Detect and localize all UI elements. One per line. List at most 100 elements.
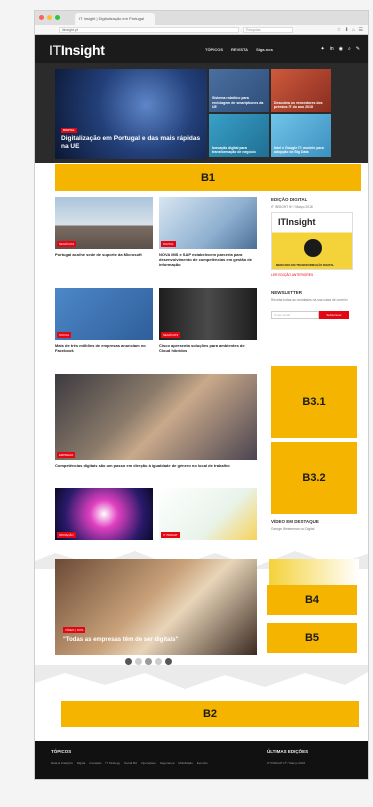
browser-window: IT Insight | Digitalização em Portugal i… [34,10,369,780]
slider-prev-icon[interactable] [125,658,132,665]
article-image: SOCIAL [55,288,153,340]
maximize-window-icon[interactable] [55,15,60,20]
nav-topicos[interactable]: TÓPICOS [205,47,223,52]
hero-side-2[interactable]: Descubra os vencedores dos prémios IT do… [271,69,331,112]
address-bar: itinsight.pt Pesquisa ☆ ⬇ ⌂ ☰ [35,25,368,35]
close-window-icon[interactable] [39,15,44,20]
article-card[interactable]: SOCIAL Mais de três milhões de empresas … [55,288,153,353]
hero-side-1-title: Sistema robótico para reciclagem de smar… [212,96,264,109]
featured-slider[interactable]: VÍDEO | NOS "Todas as empresas têm de se… [55,559,257,655]
article-title[interactable]: Mais de três milhões de empresas anuncia… [55,343,153,353]
slider-dot[interactable] [155,658,162,665]
slider-dot[interactable] [135,658,142,665]
article-title[interactable]: Cisco apresenta soluções para ambientes … [159,343,257,353]
ad-slot-b2[interactable]: B2 [61,701,359,727]
hero-main-article[interactable]: DIGITAL Digitalização em Portugal e das … [55,69,207,159]
toolbar-icons[interactable]: ☆ ⬇ ⌂ ☰ [337,27,364,33]
footer-link[interactable]: Operações [141,761,156,765]
footer-link[interactable]: Mobilidade [178,761,193,765]
slider-quote[interactable]: "Todas as empresas têm de ser digitais" [63,637,178,643]
site-header: ITInsight TÓPICOS REVISTA Siga-nos ✦ in … [35,35,368,63]
edition-subtitle: IT INSIGHT Nº / Março 2018 [271,205,313,209]
article-tag: NEGÓCIOS [57,241,77,247]
site-logo[interactable]: ITInsight [49,42,105,58]
article-card-wide[interactable]: EMPREGO Competências digitais são um pas… [55,374,257,468]
ad-slot-b1[interactable]: B1 [55,164,361,191]
footer-topic-links: Data & Analytics Digital Inovação IT Str… [51,761,208,765]
article-tag: SOCIAL [57,332,72,338]
hero-side-3[interactable]: Inovação digital para transformação de n… [209,114,269,157]
footer-editions-title: ÚLTIMAS EDIÇÕES [267,749,309,754]
article-card[interactable]: DIGITAL NOVA IMS e SAP estabelecem parce… [159,197,257,267]
footer-link[interactable]: Segurança [160,761,175,765]
article-tag: INOVAÇÃO [57,532,76,538]
torn-edge-bottom [35,665,368,689]
logo-it: IT [49,42,61,58]
ad-slot-b5[interactable]: B5 [267,623,357,653]
window-controls [39,15,60,20]
footer-link[interactable]: Inovação [89,761,101,765]
article-tag: IT INSIGHT [161,532,180,538]
minimize-window-icon[interactable] [47,15,52,20]
tab-bar: IT Insight | Digitalização em Portugal [35,11,368,25]
video-subtitle[interactable]: George Westerman no Digital [271,527,361,531]
footer-link[interactable]: IT Strategy [105,761,120,765]
video-title: VÍDEO EM DESTAQUE [271,519,319,524]
footer-link[interactable]: Eventos [197,761,208,765]
footer-edition-item[interactable]: IT INSIGHT Nº / Março 2018 [267,761,305,765]
article-card[interactable]: NEGÓCIOS Cisco apresenta soluções para a… [159,288,257,353]
slider-dot[interactable] [145,658,152,665]
article-image: DIGITAL [159,197,257,249]
footer-topics-title: TÓPICOS [51,749,72,754]
browser-tab[interactable]: IT Insight | Digitalização em Portugal [75,13,155,25]
video-thumbnail[interactable] [269,559,359,585]
hero-badge: DIGITAL [61,127,77,134]
nav-siga-nos: Siga-nos [256,47,273,52]
article-title[interactable]: Competências digitais são um passo em di… [55,463,257,468]
browser-search-field[interactable]: Pesquisa [243,27,293,33]
article-tag: EMPREGO [57,452,76,458]
previous-editions-link[interactable]: LER EDIÇÃO ANTERIORES [271,273,361,277]
rss-icon[interactable]: ◉ [339,46,343,52]
magazine-cover[interactable]: ITInsight MERCADO EM TRANSFORMAÇÃO DIGIT… [271,212,353,271]
hero-side-2-title: Descubra os vencedores dos prémios IT do… [274,100,323,109]
hero-side-1[interactable]: Sistema robótico para reciclagem de smar… [209,69,269,112]
footer-link[interactable]: Social Biz [124,761,137,765]
edition-title: EDIÇÃO DIGITAL [271,197,308,202]
slider-next-icon[interactable] [165,658,172,665]
logo-insight: Insight [60,42,105,58]
newsletter-text: Receba todas as novidades na sua caixa d… [271,297,348,302]
video-widget: VÍDEO EM DESTAQUE George Westerman no Di… [271,519,361,531]
cover-logo: ITInsight [278,217,316,228]
ad-slot-b4[interactable]: B4 [267,585,357,615]
article-image: IT INSIGHT [159,488,257,540]
article-title[interactable]: Portugal acolhe sede de suporte da Micro… [55,252,153,257]
article-tag: NEGÓCIOS [161,332,181,338]
hero-title[interactable]: Digitalização em Portugal e das mais ráp… [61,135,200,150]
footer-link[interactable]: Digital [77,761,85,765]
email-input[interactable]: O seu email [271,310,319,319]
search-icon[interactable]: ⌕ [348,46,351,52]
cover-search-icon [304,239,322,258]
article-title[interactable]: NOVA IMS e SAP estabelecem parceria para… [159,252,257,267]
newsletter-form: O seu email Subscrever [271,306,361,324]
article-image: NEGÓCIOS [159,288,257,340]
linkedin-icon[interactable]: in [330,46,334,52]
ad-slot-b3-2[interactable]: B3.2 [271,442,357,514]
article-image: INOVAÇÃO [55,488,153,540]
hero-section: DIGITAL Digitalização em Portugal e das … [35,63,368,163]
hero-side-4[interactable]: Intel e Google IT: modelo para adopção d… [271,114,331,157]
article-tag: DIGITAL [161,241,176,247]
ad-slot-b3-1[interactable]: B3.1 [271,366,357,438]
twitter-icon[interactable]: ✦ [321,46,325,52]
article-card[interactable]: INOVAÇÃO [55,488,153,540]
article-card[interactable]: NEGÓCIOS Portugal acolhe sede de suporte… [55,197,153,257]
nav-revista[interactable]: REVISTA [231,47,248,52]
subscribe-button[interactable]: Subscrever [319,310,349,319]
article-image: NEGÓCIOS [55,197,153,249]
footer-link[interactable]: Data & Analytics [51,761,73,765]
article-card[interactable]: IT INSIGHT IT Insight, dubai... [159,488,257,548]
edit-icon[interactable]: ✎ [356,46,360,52]
hero-caption: DIGITAL Digitalização em Portugal e das … [61,126,201,151]
url-field[interactable]: itinsight.pt [59,27,239,33]
